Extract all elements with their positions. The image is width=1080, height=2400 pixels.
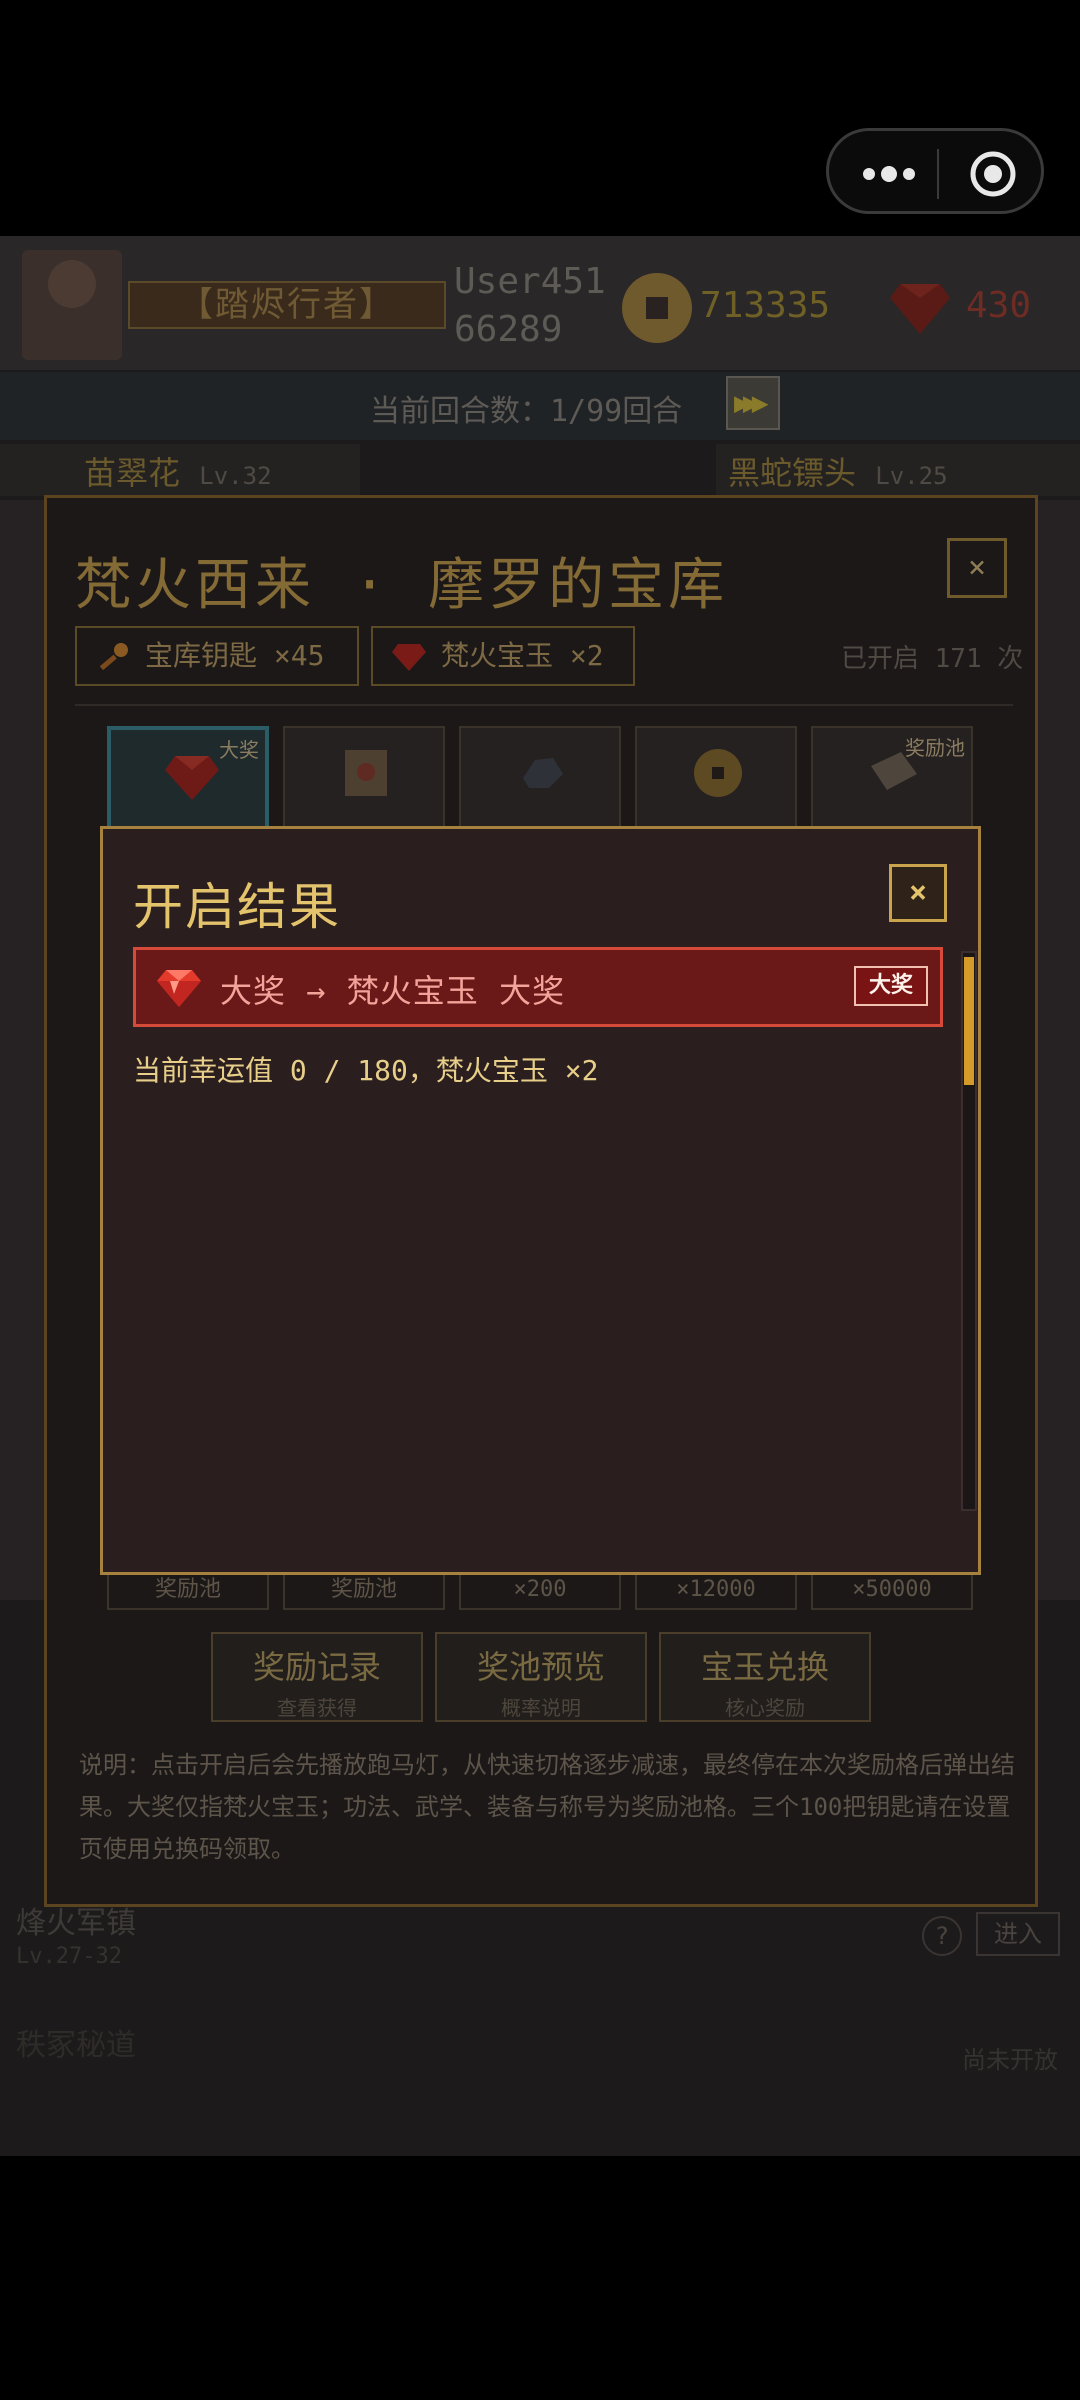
right-side-strip (1038, 500, 1080, 1600)
key-count: 宝库钥匙 ×45 (145, 639, 325, 672)
description-text: 说明：点击开启后会先播放跑马灯，从快速切格逐步减速，最终停在本次奖励格后弹出结果… (79, 1751, 1015, 1863)
map-name-next: 秩冢秘道 (16, 2028, 136, 2063)
scroll-icon (345, 750, 387, 796)
hero-name: 苗翠花 (84, 454, 181, 492)
button-title: 奖励记录 (252, 1648, 381, 1686)
capsule-divider (937, 149, 939, 199)
reward-tile[interactable] (283, 726, 445, 836)
red-gem-icon (157, 970, 201, 1007)
modal-close-button[interactable]: × (889, 864, 947, 922)
close-target-icon[interactable] (969, 150, 1017, 198)
button-title: 奖池预览 (476, 1648, 605, 1686)
key-icon (99, 643, 128, 671)
hero-name-right: 黑蛇镖头 Lv.25 (728, 448, 948, 494)
reward-tile[interactable]: 奖励池 (811, 726, 973, 836)
reward-tile[interactable]: 大奖 (107, 726, 269, 836)
miniprogram-capsule (826, 128, 1044, 214)
coin-count: 713335 (700, 285, 831, 326)
divider (75, 704, 1013, 706)
help-button[interactable]: ? (922, 1916, 962, 1956)
ore-icon (523, 758, 563, 788)
username: User451 66289 (454, 261, 606, 350)
result-text: 大奖 → 梵火宝玉 大奖 (220, 972, 566, 1010)
hero-name: 黑蛇镖头 (728, 454, 857, 492)
red-gem-icon (165, 756, 219, 800)
panel-title: 梵火西来 · 摩罗的宝库 (75, 553, 729, 618)
gem-chip: 梵火宝玉 ×2 (371, 626, 635, 686)
panel-close-button[interactable]: × (947, 538, 1007, 598)
button-subtitle: 查看获得 (277, 1696, 357, 1720)
opened-count: 已开启 171 次 (841, 644, 1024, 674)
tile-tag: 大奖 (219, 738, 259, 762)
grand-prize-badge: 大奖 (854, 966, 928, 1006)
gem-count: 430 (966, 285, 1032, 326)
key-chip: 宝库钥匙 ×45 (75, 626, 359, 686)
left-side-strip (0, 500, 44, 1600)
tile-label: 奖励池 (283, 1570, 445, 1610)
red-gem-icon (392, 644, 426, 671)
gem-count: 梵火宝玉 ×2 (441, 639, 604, 672)
hero-name-left: 苗翠花 Lv.32 (84, 448, 272, 494)
avatar[interactable] (22, 250, 122, 360)
result-row: 大奖 → 梵火宝玉 大奖 大奖 (133, 947, 943, 1027)
hero-level: Lv.32 (199, 462, 272, 490)
tile-label: ×200 (459, 1570, 621, 1610)
gem-exchange-button[interactable]: 宝玉兑换 核心奖励 (659, 1632, 871, 1722)
coin-icon (694, 749, 742, 797)
tile-label: 奖励池 (107, 1570, 269, 1610)
reward-tile[interactable] (635, 726, 797, 836)
gem-icon (890, 284, 950, 334)
reward-tile[interactable] (459, 726, 621, 836)
scrollbar-thumb[interactable] (964, 957, 974, 1085)
luck-status-text: 当前幸运值 0 / 180，梵火宝玉 ×2 (133, 1054, 599, 1087)
tile-label: ×50000 (811, 1570, 973, 1610)
result-modal: 开启结果 × 大奖 → 梵火宝玉 大奖 大奖 当前幸运值 0 / 180，梵火宝… (100, 826, 981, 1575)
coin-icon (622, 273, 692, 343)
enter-button[interactable]: 进入 (976, 1912, 1060, 1956)
modal-title: 开启结果 (133, 878, 341, 936)
button-subtitle: 核心奖励 (725, 1696, 805, 1720)
hero-level: Lv.25 (875, 462, 948, 490)
player-title: 【踏烬行者】 (128, 281, 446, 329)
reward-record-button[interactable]: 奖励记录 查看获得 (211, 1632, 423, 1722)
screen: 【踏烬行者】 User451 66289 713335 430 当前回合数：1/… (0, 0, 1080, 2400)
round-counter: 当前回合数：1/99回合 (370, 394, 683, 429)
map-level: Lv.27-32 (16, 1944, 122, 1969)
map-status: 尚未开放 (962, 2046, 1058, 2074)
fast-forward-button[interactable]: ▶▶▶ (726, 376, 780, 430)
fast-forward-icon: ▶▶▶ (734, 386, 768, 419)
pool-preview-button[interactable]: 奖池预览 概率说明 (435, 1632, 647, 1722)
button-title: 宝玉兑换 (700, 1648, 829, 1686)
more-dots-icon[interactable] (859, 161, 919, 187)
tile-label: ×12000 (635, 1570, 797, 1610)
book-icon (871, 752, 917, 790)
button-subtitle: 概率说明 (501, 1696, 581, 1720)
scrollbar[interactable] (961, 951, 977, 1511)
